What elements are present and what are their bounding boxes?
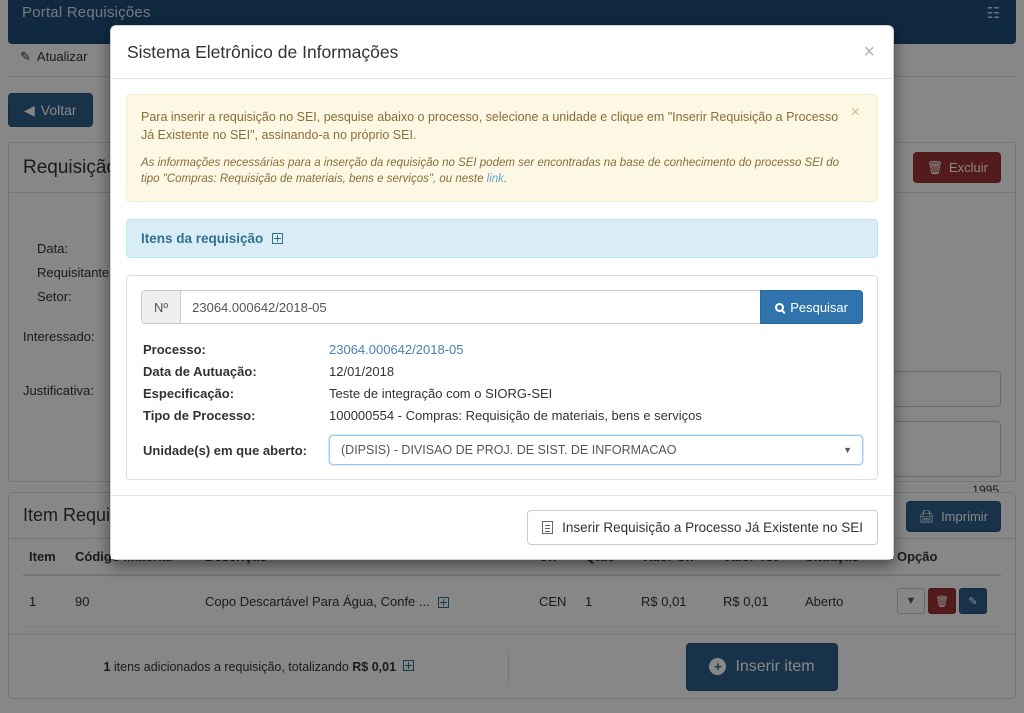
process-number-input[interactable] <box>180 290 761 325</box>
process-row-especificacao: Especificação: Teste de integração com o… <box>141 386 863 401</box>
instructions-alert: × Para inserir a requisição no SEI, pesq… <box>126 94 878 203</box>
process-search-panel: Nº Pesquisar Processo: 23064.000642/2018… <box>126 275 878 481</box>
search-icon <box>775 302 785 312</box>
process-value-processo[interactable]: 23064.000642/2018-05 <box>329 342 463 357</box>
process-search-group: Nº Pesquisar <box>141 290 863 325</box>
itens-da-requisicao-heading[interactable]: Itens da requisição <box>127 220 877 257</box>
modal-footer: Inserir Requisição a Processo Já Existen… <box>111 495 893 560</box>
process-value-especificacao: Teste de integração com o SIORG-SEI <box>329 386 553 402</box>
modal-body: × Para inserir a requisição no SEI, pesq… <box>111 79 893 495</box>
process-row-processo: Processo: 23064.000642/2018-05 <box>141 342 863 357</box>
process-value-data-autuacao: 12/01/2018 <box>329 364 395 380</box>
inserir-requisicao-sei-label: Inserir Requisição a Processo Já Existen… <box>562 520 863 536</box>
alert-sub-text: As informações necessárias para a inserç… <box>141 155 841 188</box>
pesquisar-button[interactable]: Pesquisar <box>760 290 863 325</box>
itens-da-requisicao-panel[interactable]: Itens da requisição <box>126 219 878 259</box>
sei-modal-dialog: Sistema Eletrônico de Informações × × Pa… <box>110 25 894 561</box>
modal-title: Sistema Eletrônico de Informações <box>127 42 399 62</box>
pesquisar-label: Pesquisar <box>790 299 848 315</box>
process-value-tipo-processo: 100000554 - Compras: Requisição de mater… <box>329 408 702 424</box>
process-details: Processo: 23064.000642/2018-05 Data de A… <box>141 342 863 466</box>
process-label-data-autuacao: Data de Autuação: <box>143 364 257 380</box>
close-icon[interactable]: × <box>859 38 879 66</box>
process-label-especificacao: Especificação: <box>143 386 235 402</box>
process-row-data-autuacao: Data de Autuação: 12/01/2018 <box>141 364 863 379</box>
plus-box-icon[interactable] <box>272 233 284 245</box>
numero-addon-label: Nº <box>141 290 181 325</box>
process-label-processo: Processo: <box>143 342 206 358</box>
itens-da-requisicao-label: Itens da requisição <box>141 231 264 247</box>
unidade-select[interactable]: (DIPSIS) - DIVISAO DE PROJ. DE SIST. DE … <box>329 435 863 466</box>
knowledge-base-link[interactable]: link <box>487 173 504 185</box>
inserir-requisicao-sei-button[interactable]: Inserir Requisição a Processo Já Existen… <box>527 510 878 546</box>
modal-header: Sistema Eletrônico de Informações × <box>111 26 893 79</box>
unidade-row: Unidade(s) em que aberto: (DIPSIS) - DIV… <box>141 435 863 466</box>
process-row-tipo-processo: Tipo de Processo: 100000554 - Compras: R… <box>141 408 863 423</box>
process-label-tipo-processo: Tipo de Processo: <box>143 408 256 424</box>
alert-sub-after: . <box>503 173 508 186</box>
document-icon <box>542 521 554 535</box>
unidade-label: Unidade(s) em que aberto: <box>143 442 307 458</box>
unidade-selected-value: (DIPSIS) - DIVISAO DE PROJ. DE SIST. DE … <box>341 443 677 458</box>
alert-main-text: Para inserir a requisição no SEI, pesqui… <box>141 110 839 143</box>
chevron-down-icon: ▼ <box>843 445 852 456</box>
alert-close-icon[interactable]: × <box>845 104 866 122</box>
